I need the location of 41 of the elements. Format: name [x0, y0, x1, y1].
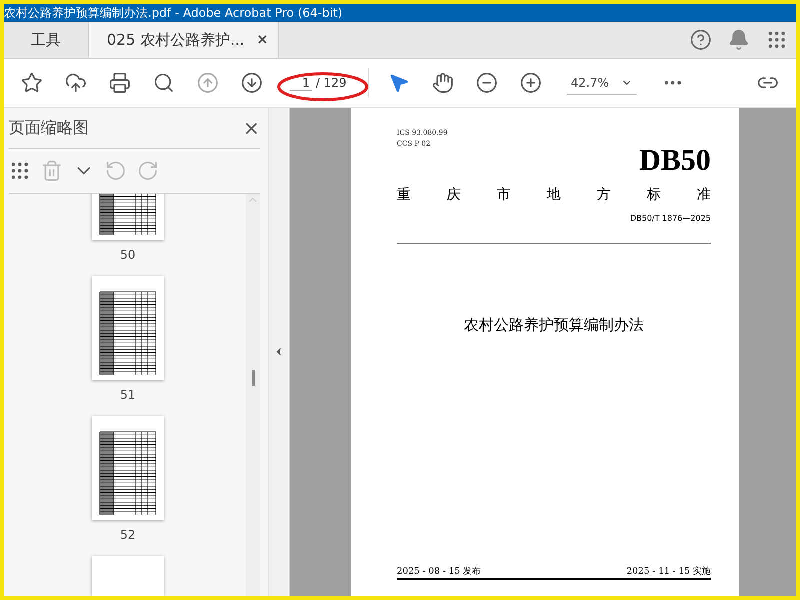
panel-toggle[interactable] [269, 108, 290, 596]
arrow-down-icon[interactable] [241, 72, 263, 94]
print-icon[interactable] [109, 72, 131, 94]
standard-name: 地 [547, 186, 561, 204]
standard-name: 市 [497, 186, 511, 204]
page-thumbnail[interactable] [92, 416, 164, 520]
standard-number: DB50/T 1876—2025 [630, 214, 711, 223]
page-number-field[interactable]: 1 [290, 76, 312, 90]
zoom-dropdown[interactable]: 42.7% [567, 72, 637, 94]
page-thumbnail[interactable] [92, 276, 164, 380]
document-title: 农村公路养护预算编制办法 [464, 316, 644, 335]
bell-icon[interactable] [728, 29, 750, 51]
standard-code: DB50 [639, 144, 711, 178]
zoom-in-icon[interactable] [520, 72, 542, 94]
pointer-icon[interactable] [388, 72, 410, 94]
page-total: / 129 [316, 76, 347, 90]
window-title: 农村公路养护预算编制办法.pdf - Adobe Acrobat Pro (64-bit) [4, 4, 343, 22]
panel-title: 页面缩略图 [9, 118, 89, 138]
star-icon[interactable] [21, 72, 43, 94]
standard-name: 重 [397, 186, 411, 204]
close-button[interactable]: × [243, 116, 260, 140]
standard-name: 标 [647, 186, 661, 204]
standard-name: 准 [697, 186, 711, 204]
page-number: 51 [120, 388, 136, 402]
apps-grid-icon[interactable] [766, 29, 788, 51]
hand-icon[interactable] [432, 72, 454, 94]
table-page-drawing [100, 194, 156, 236]
upload-cloud-icon[interactable] [65, 72, 87, 94]
page-number: 52 [120, 528, 136, 542]
issue-date: 2025 - 08 - 15 发布 [397, 566, 482, 578]
zoom-out-icon[interactable] [476, 72, 498, 94]
tab-close[interactable]: × [256, 32, 268, 48]
page-number: 50 [120, 248, 136, 262]
page-thumbnail[interactable] [92, 556, 164, 596]
scrollbar[interactable] [246, 194, 260, 596]
effective-date: 2025 - 11 - 15 实施 [626, 566, 711, 578]
standard-name: 庆 [447, 186, 461, 204]
standard-name: 方 [597, 186, 611, 204]
tab[interactable]: 025 农村公路养护... × [88, 22, 280, 58]
help-icon[interactable] [690, 29, 712, 51]
search-icon[interactable] [153, 72, 175, 94]
